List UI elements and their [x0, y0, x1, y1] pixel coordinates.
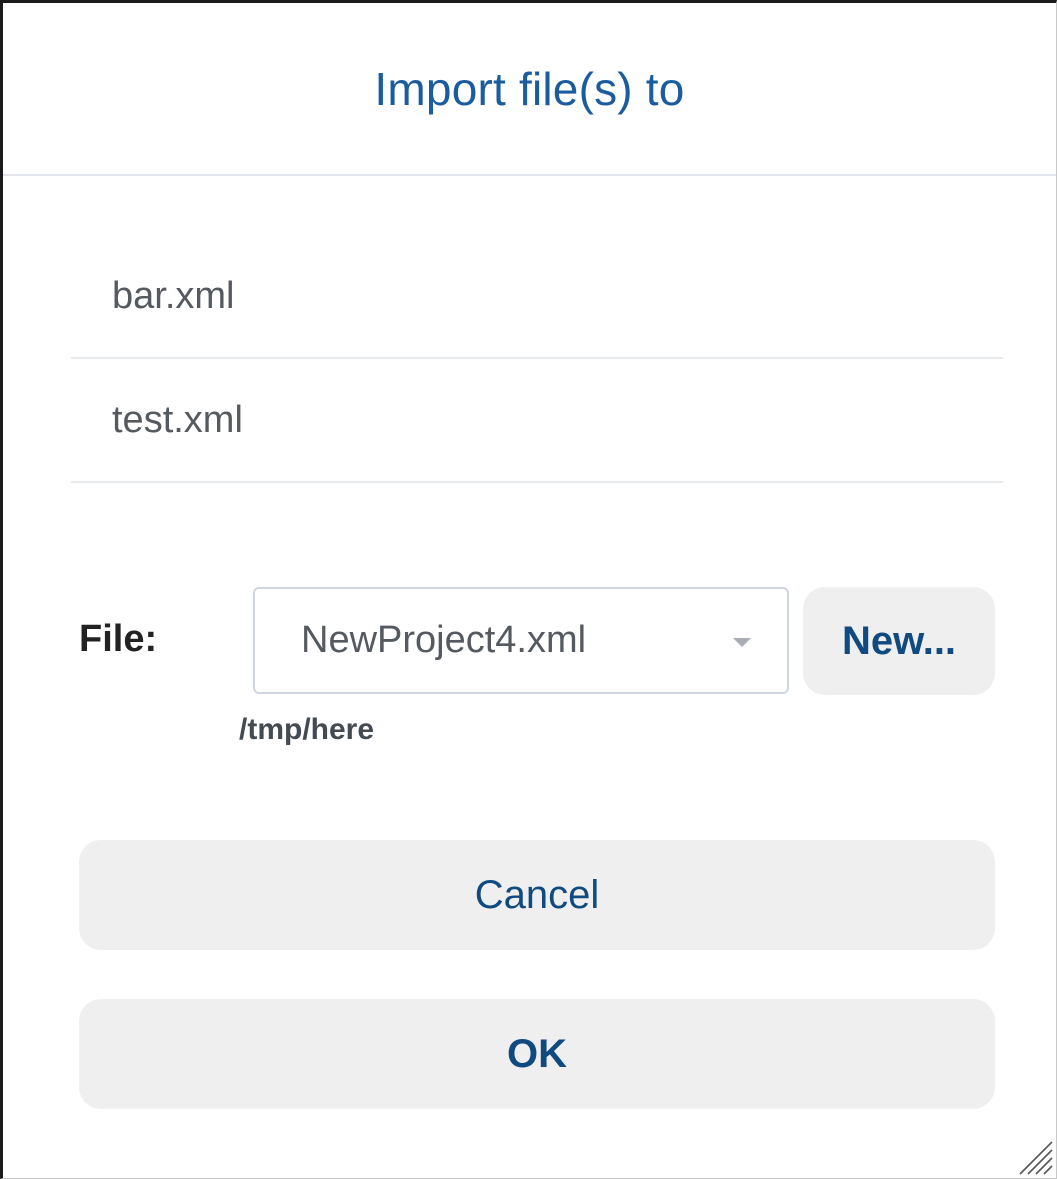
file-label: File:	[79, 618, 158, 660]
file-name: bar.xml	[112, 274, 235, 317]
new-file-button[interactable]: New...	[803, 587, 995, 695]
dialog-header: Import file(s) to	[3, 3, 1056, 176]
cancel-button[interactable]: Cancel	[79, 840, 995, 950]
resize-grip-icon[interactable]	[1014, 1136, 1054, 1176]
ok-button[interactable]: OK	[79, 999, 995, 1109]
import-dialog: Import file(s) to bar.xml test.xml File:…	[0, 0, 1057, 1179]
list-item[interactable]: bar.xml	[71, 235, 1003, 359]
list-item[interactable]: test.xml	[71, 359, 1003, 483]
dialog-title: Import file(s) to	[374, 62, 685, 115]
file-name: test.xml	[112, 398, 243, 441]
chevron-down-icon	[733, 637, 751, 647]
file-list: bar.xml test.xml	[71, 235, 1003, 483]
project-file-select[interactable]: NewProject4.xml	[253, 587, 789, 694]
project-file-select-value: NewProject4.xml	[301, 619, 587, 661]
file-path: /tmp/here	[239, 713, 375, 746]
